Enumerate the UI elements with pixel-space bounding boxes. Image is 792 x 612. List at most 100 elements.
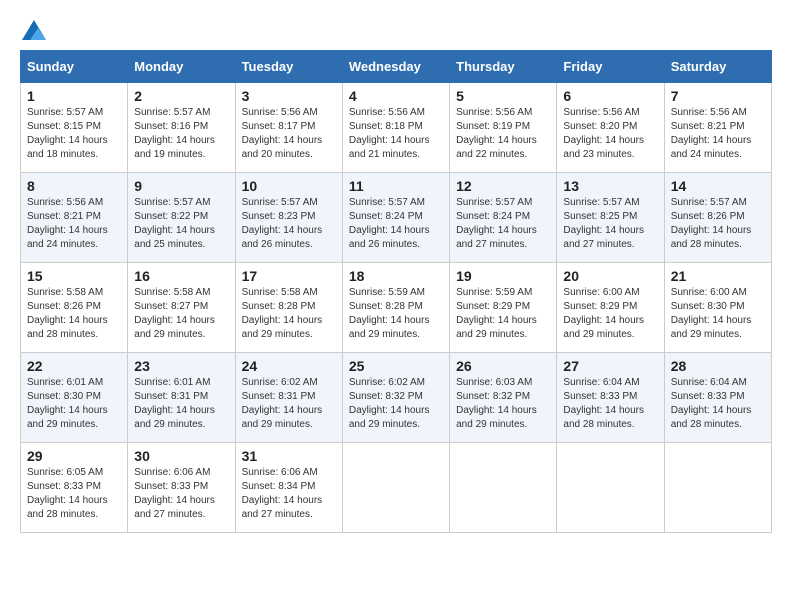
calendar-week-3: 15Sunrise: 5:58 AM Sunset: 8:26 PM Dayli… (21, 263, 772, 353)
day-info: Sunrise: 6:02 AM Sunset: 8:32 PM Dayligh… (349, 376, 443, 432)
day-number: 6 (563, 88, 657, 104)
calendar-cell: 10 Sunrise: 5:57 AM Sunset: 8:23 PM Dayli… (235, 173, 342, 263)
day-number: 26 (456, 358, 550, 374)
calendar-cell: 22 Sunrise: 6:01 AM Sunset: 8:30 PM Dayli… (21, 353, 128, 443)
calendar-cell: 29 Sunrise: 6:05 AM Sunset: 8:33 PM Dayli… (21, 443, 128, 533)
logo-icon (22, 20, 46, 40)
day-info: Sunrise: 6:00 AM Sunset: 8:29 PM Dayligh… (563, 286, 657, 342)
calendar-cell: 18 Sunrise: 5:59 AM Sunset: 8:28 PM Dayli… (342, 263, 449, 353)
day-info: Sunrise: 5:56 AM Sunset: 8:21 PM Dayligh… (27, 196, 121, 252)
day-number: 30 (134, 448, 228, 464)
day-header-sunday: Sunday (21, 51, 128, 83)
calendar-table: SundayMondayTuesdayWednesdayThursdayFrid… (20, 50, 772, 533)
day-info: Sunrise: 5:56 AM Sunset: 8:17 PM Dayligh… (242, 106, 336, 162)
day-number: 4 (349, 88, 443, 104)
day-header-thursday: Thursday (450, 51, 557, 83)
calendar-cell: 4 Sunrise: 5:56 AM Sunset: 8:18 PM Daylig… (342, 83, 449, 173)
day-info: Sunrise: 5:58 AM Sunset: 8:28 PM Dayligh… (242, 286, 336, 342)
calendar-cell: 23Sunrise: 6:01 AM Sunset: 8:31 PM Dayli… (128, 353, 235, 443)
day-number: 31 (242, 448, 336, 464)
calendar-cell: 30 Sunrise: 6:06 AM Sunset: 8:33 PM Dayli… (128, 443, 235, 533)
day-number: 9 (134, 178, 228, 194)
calendar-cell: 28 Sunrise: 6:04 AM Sunset: 8:33 PM Dayli… (664, 353, 771, 443)
calendar-cell: 12Sunrise: 5:57 AM Sunset: 8:24 PM Dayli… (450, 173, 557, 263)
day-info: Sunrise: 6:06 AM Sunset: 8:33 PM Dayligh… (134, 466, 228, 522)
calendar-cell: 17 Sunrise: 5:58 AM Sunset: 8:28 PM Dayli… (235, 263, 342, 353)
day-info: Sunrise: 5:58 AM Sunset: 8:27 PM Dayligh… (134, 286, 228, 342)
day-info: Sunrise: 6:06 AM Sunset: 8:34 PM Dayligh… (242, 466, 336, 522)
day-number: 21 (671, 268, 765, 284)
calendar-cell: 1Sunrise: 5:57 AM Sunset: 8:15 PM Daylig… (21, 83, 128, 173)
day-number: 5 (456, 88, 550, 104)
calendar-cell: 2 Sunrise: 5:57 AM Sunset: 8:16 PM Daylig… (128, 83, 235, 173)
calendar-cell: 14 Sunrise: 5:57 AM Sunset: 8:26 PM Dayli… (664, 173, 771, 263)
calendar-cell (664, 443, 771, 533)
day-info: Sunrise: 5:57 AM Sunset: 8:23 PM Dayligh… (242, 196, 336, 252)
calendar-cell: 6 Sunrise: 5:56 AM Sunset: 8:20 PM Daylig… (557, 83, 664, 173)
calendar-cell: 27Sunrise: 6:04 AM Sunset: 8:33 PM Dayli… (557, 353, 664, 443)
calendar-header-row: SundayMondayTuesdayWednesdayThursdayFrid… (21, 51, 772, 83)
day-info: Sunrise: 6:05 AM Sunset: 8:33 PM Dayligh… (27, 466, 121, 522)
calendar-cell: 21 Sunrise: 6:00 AM Sunset: 8:30 PM Dayli… (664, 263, 771, 353)
day-number: 18 (349, 268, 443, 284)
calendar-cell: 13 Sunrise: 5:57 AM Sunset: 8:25 PM Dayli… (557, 173, 664, 263)
day-info: Sunrise: 5:57 AM Sunset: 8:22 PM Dayligh… (134, 196, 228, 252)
day-info: Sunrise: 5:56 AM Sunset: 8:21 PM Dayligh… (671, 106, 765, 162)
day-number: 23 (134, 358, 228, 374)
day-info: Sunrise: 5:56 AM Sunset: 8:20 PM Dayligh… (563, 106, 657, 162)
calendar-cell: 19 Sunrise: 5:59 AM Sunset: 8:29 PM Dayli… (450, 263, 557, 353)
calendar-cell: 7 Sunrise: 5:56 AM Sunset: 8:21 PM Daylig… (664, 83, 771, 173)
calendar-cell: 11Sunrise: 5:57 AM Sunset: 8:24 PM Dayli… (342, 173, 449, 263)
day-info: Sunrise: 6:01 AM Sunset: 8:30 PM Dayligh… (27, 376, 121, 432)
day-number: 20 (563, 268, 657, 284)
day-info: Sunrise: 5:57 AM Sunset: 8:26 PM Dayligh… (671, 196, 765, 252)
day-info: Sunrise: 5:56 AM Sunset: 8:18 PM Dayligh… (349, 106, 443, 162)
day-info: Sunrise: 5:57 AM Sunset: 8:25 PM Dayligh… (563, 196, 657, 252)
day-info: Sunrise: 5:57 AM Sunset: 8:16 PM Dayligh… (134, 106, 228, 162)
day-info: Sunrise: 5:56 AM Sunset: 8:19 PM Dayligh… (456, 106, 550, 162)
day-info: Sunrise: 5:59 AM Sunset: 8:29 PM Dayligh… (456, 286, 550, 342)
calendar-week-4: 22 Sunrise: 6:01 AM Sunset: 8:30 PM Dayli… (21, 353, 772, 443)
calendar-cell: 5 Sunrise: 5:56 AM Sunset: 8:19 PM Daylig… (450, 83, 557, 173)
calendar-cell: 8Sunrise: 5:56 AM Sunset: 8:21 PM Daylig… (21, 173, 128, 263)
day-number: 3 (242, 88, 336, 104)
calendar-cell: 16 Sunrise: 5:58 AM Sunset: 8:27 PM Dayli… (128, 263, 235, 353)
calendar-week-5: 29 Sunrise: 6:05 AM Sunset: 8:33 PM Dayli… (21, 443, 772, 533)
day-info: Sunrise: 5:59 AM Sunset: 8:28 PM Dayligh… (349, 286, 443, 342)
calendar-cell: 24Sunrise: 6:02 AM Sunset: 8:31 PM Dayli… (235, 353, 342, 443)
calendar-cell: 9 Sunrise: 5:57 AM Sunset: 8:22 PM Daylig… (128, 173, 235, 263)
calendar-cell: 3 Sunrise: 5:56 AM Sunset: 8:17 PM Daylig… (235, 83, 342, 173)
logo (20, 20, 46, 40)
day-number: 19 (456, 268, 550, 284)
calendar-cell: 31 Sunrise: 6:06 AM Sunset: 8:34 PM Dayli… (235, 443, 342, 533)
day-number: 10 (242, 178, 336, 194)
day-header-monday: Monday (128, 51, 235, 83)
day-number: 2 (134, 88, 228, 104)
day-number: 14 (671, 178, 765, 194)
day-header-tuesday: Tuesday (235, 51, 342, 83)
calendar-cell (557, 443, 664, 533)
day-number: 22 (27, 358, 121, 374)
day-number: 7 (671, 88, 765, 104)
day-header-wednesday: Wednesday (342, 51, 449, 83)
day-header-friday: Friday (557, 51, 664, 83)
calendar-cell (342, 443, 449, 533)
day-info: Sunrise: 6:04 AM Sunset: 8:33 PM Dayligh… (563, 376, 657, 432)
day-number: 16 (134, 268, 228, 284)
day-info: Sunrise: 6:02 AM Sunset: 8:31 PM Dayligh… (242, 376, 336, 432)
calendar-week-2: 8Sunrise: 5:56 AM Sunset: 8:21 PM Daylig… (21, 173, 772, 263)
day-number: 15 (27, 268, 121, 284)
calendar-cell (450, 443, 557, 533)
calendar-cell: 15Sunrise: 5:58 AM Sunset: 8:26 PM Dayli… (21, 263, 128, 353)
day-number: 1 (27, 88, 121, 104)
day-info: Sunrise: 5:57 AM Sunset: 8:24 PM Dayligh… (456, 196, 550, 252)
day-header-saturday: Saturday (664, 51, 771, 83)
page-header (20, 20, 772, 40)
day-number: 17 (242, 268, 336, 284)
day-info: Sunrise: 6:04 AM Sunset: 8:33 PM Dayligh… (671, 376, 765, 432)
day-info: Sunrise: 6:00 AM Sunset: 8:30 PM Dayligh… (671, 286, 765, 342)
day-number: 29 (27, 448, 121, 464)
day-number: 13 (563, 178, 657, 194)
day-number: 28 (671, 358, 765, 374)
calendar-cell: 20 Sunrise: 6:00 AM Sunset: 8:29 PM Dayli… (557, 263, 664, 353)
